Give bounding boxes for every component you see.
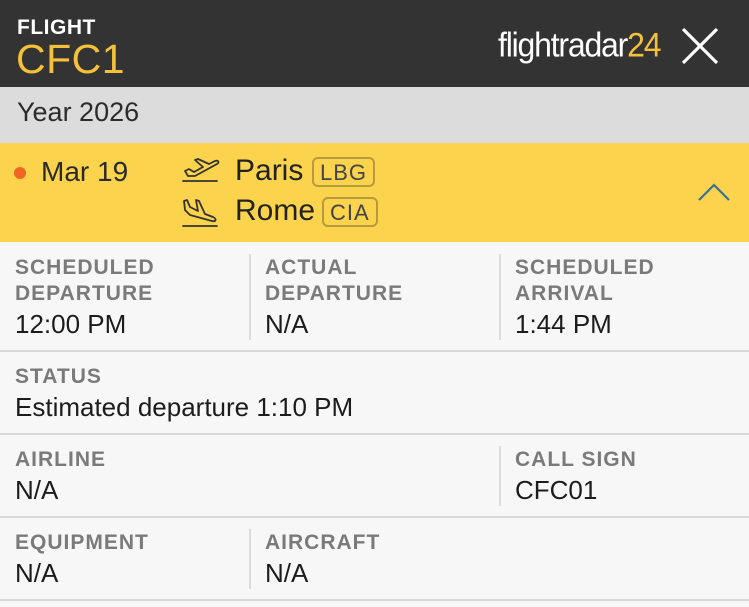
flight-route-row[interactable]: Mar 19 Paris LBG Rome CIA bbox=[0, 143, 749, 242]
aircraft-cell: AIRCRAFT N/A bbox=[250, 518, 500, 599]
times-row: SCHEDULED DEPARTURE 12:00 PM ACTUAL DEPA… bbox=[0, 242, 749, 352]
arrival-airport-code: CIA bbox=[322, 197, 378, 227]
scheduled-departure-value: 12:00 PM bbox=[15, 309, 127, 339]
scheduled-departure-cell: SCHEDULED DEPARTURE 12:00 PM bbox=[0, 242, 250, 350]
airline-cell: AIRLINE N/A bbox=[0, 435, 500, 516]
airline-caption: AIRLINE bbox=[15, 448, 106, 471]
brand-number: 24 bbox=[627, 26, 661, 65]
equipment-cell: EQUIPMENT N/A bbox=[0, 518, 250, 599]
scheduled-arrival-caption: SCHEDULED bbox=[515, 256, 655, 279]
landing-icon bbox=[182, 199, 218, 227]
year-label: Year 2026 bbox=[17, 97, 140, 127]
scheduled-departure-caption-2: DEPARTURE bbox=[15, 282, 154, 305]
departure-airport-code: LBG bbox=[312, 157, 376, 187]
actual-departure-caption-2: DEPARTURE bbox=[265, 282, 404, 305]
call-sign-caption: CALL SIGN bbox=[515, 448, 637, 471]
close-button[interactable] bbox=[680, 26, 720, 66]
status-dot bbox=[14, 167, 26, 179]
chevron-up-icon[interactable] bbox=[697, 181, 731, 203]
scheduled-departure-caption: SCHEDULED bbox=[15, 256, 155, 279]
brand-main: flightradar bbox=[498, 26, 628, 65]
status-caption: STATUS bbox=[15, 365, 102, 388]
flight-date: Mar 19 bbox=[41, 156, 129, 187]
status-cell: STATUS Estimated departure 1:10 PM bbox=[0, 352, 749, 433]
airline-row: AIRLINE N/A CALL SIGN CFC01 bbox=[0, 435, 749, 518]
aircraft-value: N/A bbox=[265, 558, 309, 588]
call-sign-value: CFC01 bbox=[515, 475, 598, 505]
flight-number: CFC1 bbox=[16, 36, 126, 82]
scheduled-arrival-cell: SCHEDULED ARRIVAL 1:44 PM bbox=[500, 242, 749, 350]
takeoff-icon bbox=[182, 158, 220, 182]
close-icon bbox=[681, 27, 719, 65]
actual-departure-caption: ACTUAL bbox=[265, 256, 358, 279]
equipment-caption: EQUIPMENT bbox=[15, 531, 149, 554]
actual-departure-value: N/A bbox=[265, 309, 309, 339]
equipment-value: N/A bbox=[15, 558, 59, 588]
equipment-row: EQUIPMENT N/A AIRCRAFT N/A bbox=[0, 518, 749, 601]
actual-departure-cell: ACTUAL DEPARTURE N/A bbox=[250, 242, 500, 350]
year-section-header: Year 2026 bbox=[0, 87, 749, 143]
scheduled-arrival-value: 1:44 PM bbox=[515, 309, 612, 339]
departure-city: Paris bbox=[235, 154, 304, 187]
call-sign-cell: CALL SIGN CFC01 bbox=[500, 435, 749, 516]
scheduled-arrival-caption-2: ARRIVAL bbox=[515, 282, 614, 305]
flightradar24-logo: flightradar24 bbox=[498, 26, 662, 68]
airline-value: N/A bbox=[15, 475, 59, 505]
arrival-city: Rome bbox=[235, 194, 316, 227]
header-bar: FLIGHT CFC1 flightradar24 bbox=[0, 0, 749, 87]
status-row: STATUS Estimated departure 1:10 PM bbox=[0, 352, 749, 435]
aircraft-caption: AIRCRAFT bbox=[265, 531, 381, 554]
status-value: Estimated departure 1:10 PM bbox=[15, 392, 354, 422]
